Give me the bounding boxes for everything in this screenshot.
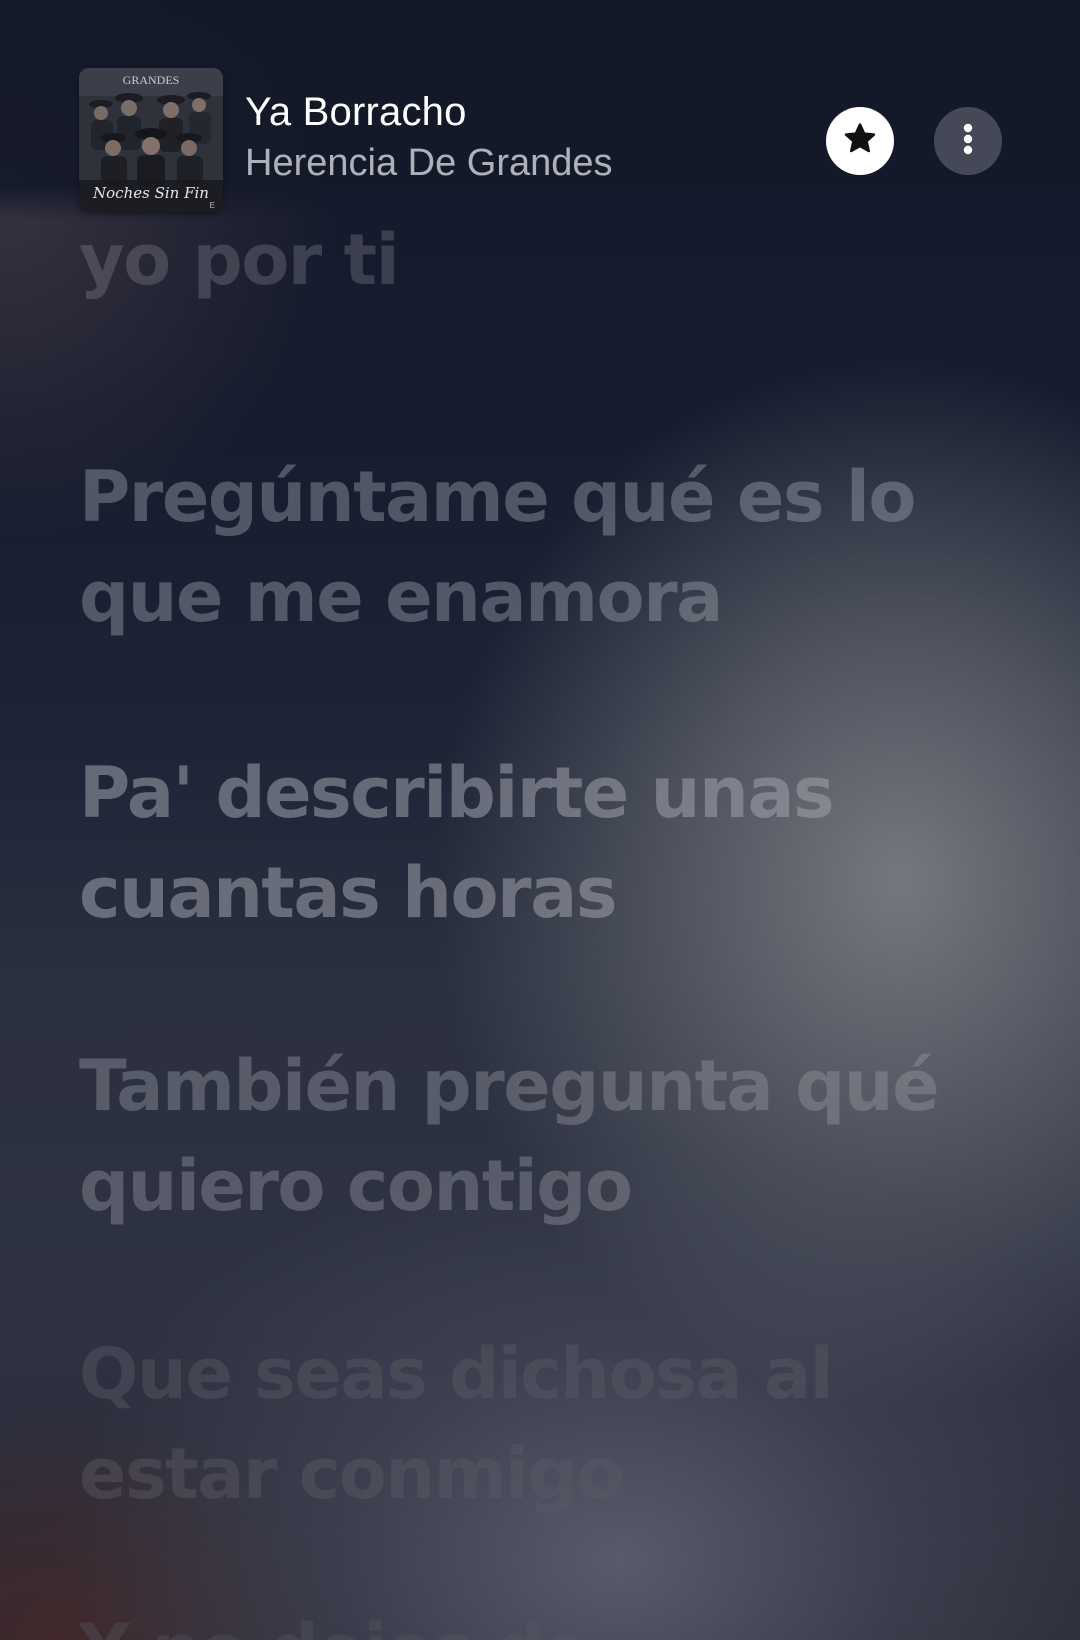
star-icon: [840, 119, 880, 164]
album-art-script-text: Noches Sin Fin: [92, 184, 209, 202]
now-playing-header: GRANDES Noches Sin Fin E Ya Borracho Her…: [0, 0, 1080, 230]
album-art[interactable]: GRANDES Noches Sin Fin E: [79, 68, 223, 212]
favorite-button[interactable]: [826, 107, 894, 175]
lyric-line-current[interactable]: Pa' describirte unas cuantas horas: [79, 743, 959, 943]
artist-name[interactable]: Herencia De Grandes: [245, 142, 613, 185]
album-art-top-text: GRANDES: [123, 73, 180, 87]
lyric-line[interactable]: Pregúntame qué es lo que me enamora: [79, 447, 959, 647]
lyric-line[interactable]: También pregunta qué quiero contigo: [79, 1036, 959, 1236]
lyric-line-next[interactable]: Y no dejes de ...: [79, 1600, 959, 1640]
lyric-line[interactable]: Que seas dichosa al estar conmigo: [79, 1324, 959, 1524]
more-vertical-icon: [948, 119, 988, 164]
album-art-label: E: [210, 201, 215, 210]
more-options-button[interactable]: [934, 107, 1002, 175]
song-title[interactable]: Ya Borracho: [245, 90, 467, 135]
